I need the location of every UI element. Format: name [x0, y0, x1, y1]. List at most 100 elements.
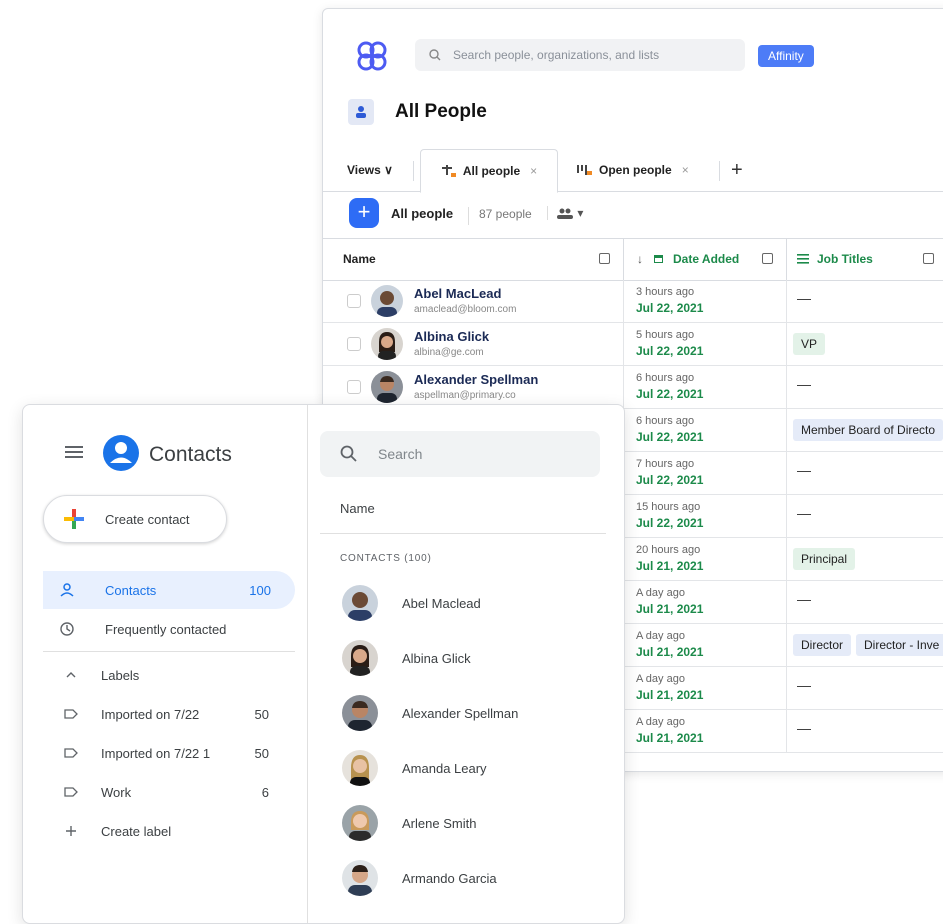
people-icon: [557, 208, 573, 219]
person-name[interactable]: Abel MacLead: [414, 286, 501, 301]
list-item[interactable]: Abel Maclead: [308, 577, 624, 632]
avatar: [342, 585, 378, 621]
job-title-empty[interactable]: —: [797, 591, 811, 607]
chevron-up-icon: [66, 672, 76, 678]
label-name: Imported on 7/22 1: [101, 746, 211, 761]
list-item[interactable]: Albina Glick: [308, 632, 624, 687]
affinity-search-input[interactable]: Search people, organizations, and lists: [415, 39, 745, 71]
cell-divider: [786, 280, 787, 322]
avatar: [342, 805, 378, 841]
add-person-button[interactable]: +: [349, 198, 379, 228]
column-menu-icon[interactable]: [923, 253, 934, 264]
divider: [43, 651, 295, 652]
label-icon: [64, 748, 78, 758]
label-icon: [64, 709, 78, 719]
date-added: Jul 21, 2021: [636, 688, 704, 702]
search-placeholder: Search people, organizations, and lists: [453, 48, 660, 62]
table-row[interactable]: Alexander Spellman aspellman@primary.co …: [323, 366, 943, 409]
date-relative: 5 hours ago: [636, 329, 695, 341]
plus-icon: [66, 826, 76, 836]
create-label-button[interactable]: Create label: [43, 812, 283, 850]
cell-divider: [623, 323, 624, 365]
label-item[interactable]: Imported on 7/22 1 50: [43, 734, 283, 772]
label-item[interactable]: Work 6: [43, 773, 283, 811]
search-icon: [429, 49, 441, 61]
label-item[interactable]: Imported on 7/22 50: [43, 695, 283, 733]
nav-count: 100: [249, 583, 271, 598]
job-title-empty[interactable]: —: [797, 290, 811, 306]
app-title: Contacts: [149, 443, 232, 466]
divider: [320, 533, 606, 534]
contact-name: Armando Garcia: [402, 871, 497, 886]
people-filter-dropdown[interactable]: ▾: [547, 206, 583, 220]
job-title-tag[interactable]: Director - Inve: [856, 634, 943, 656]
tab-open-people[interactable]: Open people ×: [571, 149, 705, 191]
label-name: Imported on 7/22: [101, 707, 200, 722]
labels-header[interactable]: Labels: [43, 656, 283, 694]
table-row[interactable]: Albina Glick albina@ge.com 5 hours ago J…: [323, 323, 943, 366]
column-header-name[interactable]: Name: [343, 252, 376, 266]
date-relative: A day ago: [636, 673, 685, 685]
affinity-badge[interactable]: Affinity: [758, 45, 814, 67]
add-tab-button[interactable]: +: [731, 159, 743, 182]
date-added: Jul 22, 2021: [636, 516, 704, 530]
close-icon[interactable]: ×: [682, 163, 689, 177]
list-item[interactable]: Amanda Leary: [308, 742, 624, 797]
search-placeholder: Search: [378, 446, 423, 462]
cell-divider: [786, 538, 787, 580]
job-title-empty[interactable]: —: [797, 677, 811, 693]
job-title-tag[interactable]: VP: [793, 333, 826, 355]
cell-divider: [786, 323, 787, 365]
job-title-tag[interactable]: Director: [793, 634, 852, 656]
list-item[interactable]: Armando Garcia: [308, 852, 624, 907]
tab-all-people[interactable]: All people ×: [420, 149, 558, 193]
row-checkbox[interactable]: [347, 337, 361, 351]
person-name[interactable]: Albina Glick: [414, 329, 489, 344]
nav-contacts[interactable]: Contacts 100: [43, 571, 295, 609]
date-relative: A day ago: [636, 587, 685, 599]
column-header-name[interactable]: Name: [340, 501, 375, 516]
cell-divider: [623, 366, 624, 408]
job-title-empty[interactable]: —: [797, 376, 811, 392]
job-title-tag[interactable]: Member Board of Directo: [793, 419, 943, 441]
contacts-search-input[interactable]: Search: [320, 431, 600, 477]
search-icon: [340, 445, 357, 462]
job-title-empty[interactable]: —: [797, 505, 811, 521]
date-relative: 6 hours ago: [636, 372, 695, 384]
list-item[interactable]: Arlene Smith: [308, 797, 624, 852]
sort-desc-icon[interactable]: ↓: [637, 252, 643, 266]
job-title-empty[interactable]: —: [797, 720, 811, 736]
column-menu-icon[interactable]: [599, 253, 610, 264]
chevron-down-icon: ▾: [577, 206, 584, 220]
date-relative: 3 hours ago: [636, 286, 695, 298]
tab-divider: [719, 161, 720, 181]
person-email: amaclead@bloom.com: [414, 304, 517, 315]
table-row[interactable]: Abel MacLead amaclead@bloom.com 3 hours …: [323, 280, 943, 323]
close-icon[interactable]: ×: [530, 164, 537, 178]
label-name: Work: [101, 785, 132, 800]
cell-divider: [786, 366, 787, 408]
row-checkbox[interactable]: [347, 294, 361, 308]
column-header-job-titles[interactable]: Job Titles: [817, 252, 873, 266]
history-icon: [60, 622, 74, 636]
column-menu-icon[interactable]: [762, 253, 773, 264]
date-added: Jul 22, 2021: [636, 344, 704, 358]
nav-frequently-contacted[interactable]: Frequently contacted: [43, 610, 295, 648]
list-item[interactable]: Alexander Spellman: [308, 687, 624, 742]
label-count: 6: [261, 785, 269, 800]
job-title-tag[interactable]: Principal: [793, 548, 856, 570]
column-header-date-added[interactable]: Date Added: [673, 252, 739, 266]
views-dropdown[interactable]: Views ∨: [347, 163, 393, 177]
calendar-icon: [654, 255, 663, 263]
cell-divider: [786, 667, 787, 709]
menu-icon[interactable]: [65, 445, 83, 459]
affinity-logo-icon[interactable]: [355, 39, 389, 73]
person-name[interactable]: Alexander Spellman: [414, 372, 538, 387]
table-view-icon: [441, 164, 457, 178]
job-title-empty[interactable]: —: [797, 462, 811, 478]
date-relative: 6 hours ago: [636, 415, 695, 427]
date-added: Jul 21, 2021: [636, 559, 704, 573]
date-added: Jul 21, 2021: [636, 602, 704, 616]
row-checkbox[interactable]: [347, 380, 361, 394]
create-contact-button[interactable]: Create contact: [43, 495, 227, 543]
